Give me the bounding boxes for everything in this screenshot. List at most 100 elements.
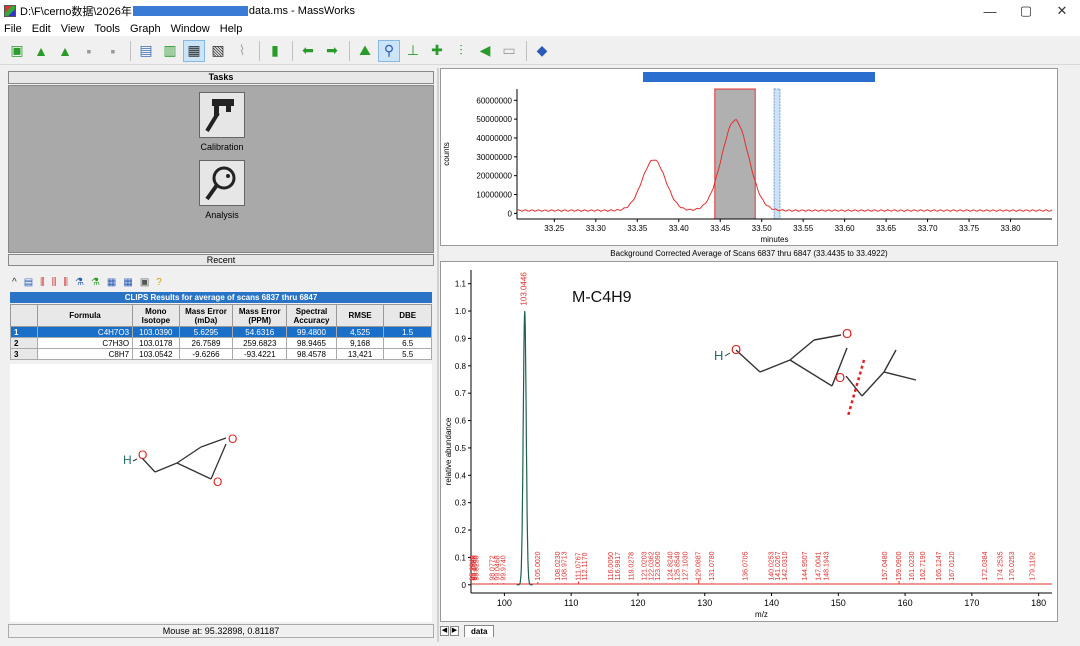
x-tick-label: 33.55	[793, 224, 814, 233]
toolbar: ▣ ▲ ▲ ▪ ▪ ▤ ▥ ▦ ▧ ⌇ ▮ ⬅ ➡ ⛰ ⚲ ⊥ ✚ ⫶ ◀ ▭ …	[0, 37, 1080, 65]
tasks-panel: Calibration Analysis	[8, 85, 434, 253]
calibrate-icon[interactable]: ▮	[264, 40, 286, 62]
menu-window[interactable]: Window	[171, 23, 210, 35]
oxygen-label: O	[228, 432, 237, 446]
y-tick-label: 1.1	[455, 280, 467, 289]
peak-label: 157.0480	[882, 551, 889, 580]
minimize-button[interactable]: —	[972, 0, 1008, 22]
x-tick-label: 150	[831, 598, 846, 608]
peak-label: 95.8250	[473, 555, 480, 580]
col-mass-error-ppm[interactable]: Mass Error (PPM)	[232, 304, 288, 327]
oxygen-label: O	[835, 370, 845, 385]
peak-pick-icon[interactable]: ⛰	[354, 40, 376, 62]
tab-data[interactable]: data	[464, 625, 495, 637]
col-formula[interactable]: Formula	[36, 304, 134, 327]
peak-label: 119.0278	[628, 552, 635, 581]
export-table-icon[interactable]: ▦	[123, 277, 132, 288]
open-file-icon[interactable]: ▲	[30, 40, 52, 62]
tab-prev-button[interactable]: ◀	[440, 626, 449, 636]
zoom-icon[interactable]: ⚲	[378, 39, 400, 62]
table-icon[interactable]: ▤	[24, 277, 33, 288]
grid-icon[interactable]: ▦	[107, 277, 116, 288]
menu-graph[interactable]: Graph	[130, 23, 161, 35]
table-row[interactable]: 1 C4H7O3 103.0390 5.6295 54.6316 99.4800…	[10, 326, 432, 338]
scan-range-bar[interactable]	[643, 72, 875, 82]
x-tick-label: 33.70	[918, 224, 939, 233]
spectrum-view-icon[interactable]: ▧	[207, 40, 229, 62]
rmse-cell: 13,421	[335, 348, 385, 360]
save-all-icon[interactable]: ▪	[102, 40, 124, 62]
chromatogram-panel[interactable]: 0 10000000 20000000 30000000 40000000 5000000…	[440, 68, 1058, 246]
peak-view-icon[interactable]: ⌇	[231, 40, 253, 62]
formula-cell: C8H7	[36, 348, 134, 360]
menu-tools[interactable]: Tools	[94, 23, 120, 35]
peak-label: 129.0887	[696, 551, 703, 580]
open-folder-icon[interactable]: ▲	[54, 40, 76, 62]
col-mono-isotope[interactable]: Mono Isotope	[132, 304, 180, 327]
isotope-overlay-icon[interactable]: ⫼	[63, 277, 68, 288]
clips-results-table: Formula Mono Isotope Mass Error (mDa) Ma…	[10, 304, 432, 360]
new-file-icon[interactable]: ▣	[6, 40, 28, 62]
oxygen-label: O	[213, 475, 222, 489]
search-formula-icon[interactable]: ⚗	[75, 277, 84, 288]
print-icon[interactable]: ▤	[135, 40, 157, 62]
table-row[interactable]: 2 C7H3O 103.0178 26.7589 259.6823 98.946…	[10, 337, 432, 349]
collapse-icon[interactable]: ^	[12, 277, 17, 288]
col-mass-error-mda[interactable]: Mass Error (mDa)	[178, 304, 234, 327]
close-button[interactable]: ✕	[1044, 0, 1080, 22]
settings-icon[interactable]: ▣	[140, 277, 149, 288]
fragment-structure: H O O O	[123, 432, 237, 489]
filter-icon[interactable]: ⚗	[91, 277, 100, 288]
menu-file[interactable]: File	[4, 23, 22, 35]
menu-view[interactable]: View	[61, 23, 85, 35]
calibration-button[interactable]	[199, 92, 245, 138]
baseline-icon[interactable]: ⊥	[402, 40, 424, 62]
window-filename: data.ms - MassWorks	[248, 5, 356, 17]
pane-splitter[interactable]	[437, 68, 439, 642]
table-row[interactable]: 3 C8H7 103.0542 -9.6266 -93.4221 98.4578…	[10, 348, 432, 360]
peak-label: 174.2535	[998, 551, 1005, 580]
peak-label: 112.1170	[582, 552, 589, 580]
col-dbe[interactable]: DBE	[383, 304, 432, 327]
isotope-compare-icon[interactable]: ⫼	[52, 277, 57, 288]
maximize-button[interactable]: ▢	[1008, 0, 1044, 22]
menu-help[interactable]: Help	[220, 23, 243, 35]
y-tick-label: 0.6	[455, 417, 467, 426]
oxygen-label: O	[731, 342, 741, 357]
tab-next-button[interactable]: ▶	[450, 626, 459, 636]
peak-label: 136.0705	[742, 551, 749, 580]
tic-icon[interactable]: ▭	[498, 40, 520, 62]
spectrum-panel[interactable]: 0 0.1 0.2 0.3 0.4 0.5 0.6 0.7 0.8 0.9 1.0 1.1 100 110…	[440, 261, 1058, 622]
export-icon[interactable]: ▥	[159, 40, 181, 62]
y-tick-label: 0.3	[455, 499, 467, 508]
chromatogram-chart[interactable]: 0 10000000 20000000 30000000 40000000 5000000…	[441, 69, 1057, 245]
calibration-label: Calibration	[200, 142, 244, 152]
isotope-icon[interactable]: ⫼	[40, 277, 45, 288]
forward-arrow-icon[interactable]: ➡	[321, 40, 343, 62]
x-tick-label: 33.30	[586, 224, 607, 233]
analysis-button[interactable]	[199, 160, 245, 206]
chromatogram-view-icon[interactable]: ▦	[183, 39, 205, 62]
back-arrow-icon[interactable]: ⬅	[297, 40, 319, 62]
col-spectral-accuracy[interactable]: Spectral Accuracy	[286, 304, 337, 327]
col-rmse[interactable]: RMSE	[335, 304, 385, 327]
save-icon[interactable]: ▪	[78, 40, 100, 62]
menu-edit[interactable]: Edit	[32, 23, 51, 35]
structure-image-parent: H OOO	[686, 288, 970, 417]
x-tick-label: 33.80	[1001, 224, 1022, 233]
crosshair-icon[interactable]: ✚	[426, 40, 448, 62]
peak-label: 144.9507	[802, 551, 809, 580]
x-tick-label: 170	[964, 598, 979, 608]
title-bar: D:\F\cerno数据\2026年 data.ms - MassWorks —…	[0, 0, 1080, 22]
subtract-icon[interactable]: ◀	[474, 40, 496, 62]
label-icon[interactable]: ⫶	[450, 40, 472, 62]
x-tick-label: 33.50	[752, 224, 773, 233]
help-icon[interactable]: ?	[156, 277, 162, 288]
y-tick-label: 0.9	[455, 334, 467, 343]
mass-error-mda-cell: -9.6266	[178, 348, 234, 360]
formula-cell: C4H7O3	[36, 326, 134, 338]
help-pointer-icon[interactable]: ◆	[531, 40, 553, 62]
mass-spectrum-chart[interactable]: 0 0.1 0.2 0.3 0.4 0.5 0.6 0.7 0.8 0.9 1.0 1.1 100 110…	[441, 262, 1057, 621]
row-index: 1	[10, 326, 38, 338]
mass-error-ppm-cell: 259.6823	[232, 337, 288, 349]
